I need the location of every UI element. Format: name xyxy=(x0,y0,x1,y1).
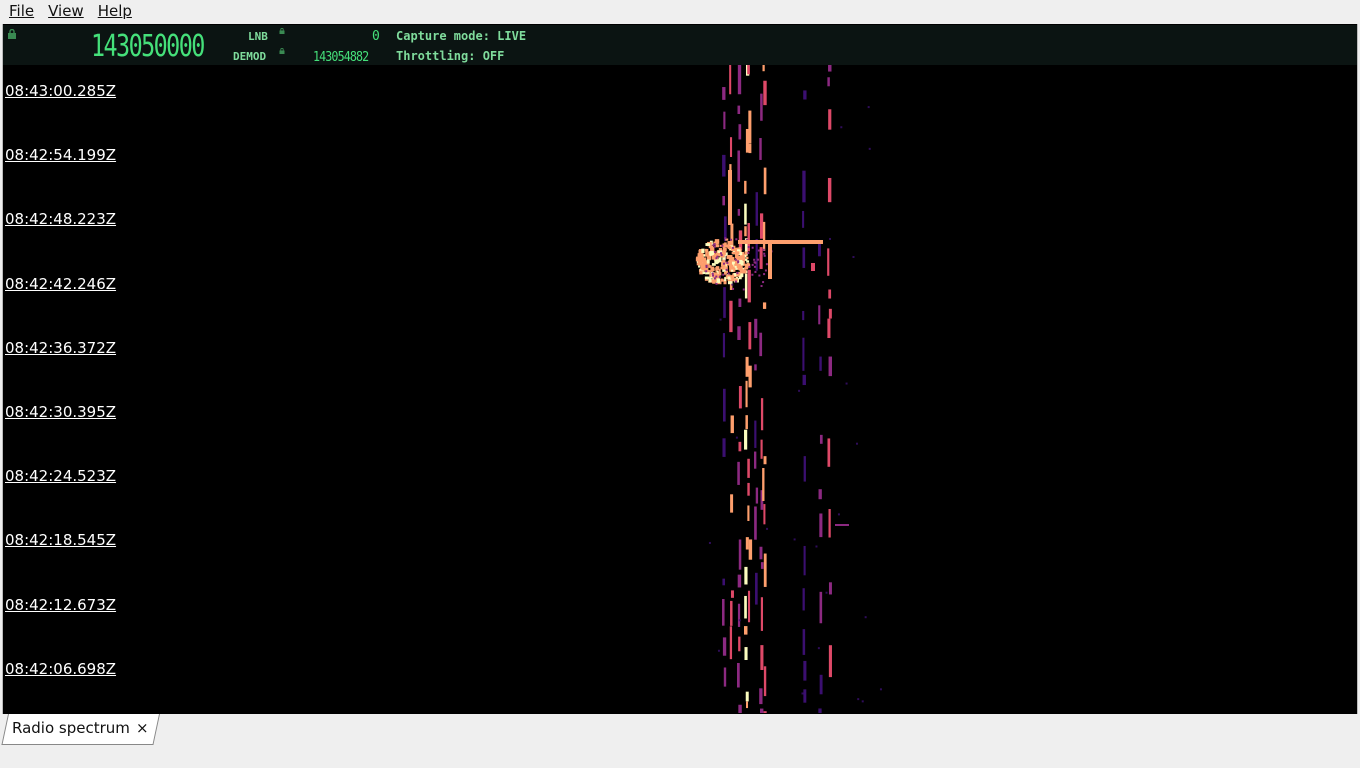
menu-file[interactable]: File xyxy=(4,0,39,22)
timestamp-label: 08:42:48.223Z xyxy=(5,210,117,229)
capture-mode-status: Capture mode: LIVE xyxy=(396,29,527,43)
menu-bar: File View Help xyxy=(0,0,1360,22)
waterfall-canvas[interactable] xyxy=(3,65,1357,713)
timestamp-label: 08:42:06.698Z xyxy=(5,659,117,678)
waterfall-display[interactable]: 08:43:00.285Z 08:42:54.199Z 08:42:48.223Z 0… xyxy=(3,65,1357,713)
timestamp-label: 08:42:36.372Z xyxy=(5,338,117,357)
tab-bar: Radio spectrum × xyxy=(0,714,1360,768)
demod-lock-icon[interactable] xyxy=(279,48,285,54)
center-frequency-display[interactable]: 143050000 xyxy=(91,31,205,63)
lnb-value[interactable]: 0 xyxy=(372,29,380,44)
tab-close-icon[interactable]: × xyxy=(136,719,149,737)
throttling-status: Throttling: OFF xyxy=(396,49,505,63)
timestamp-label: 08:42:54.199Z xyxy=(5,146,117,165)
timestamp-label: 08:42:18.545Z xyxy=(5,531,117,550)
lnb-lock-icon[interactable] xyxy=(279,28,285,34)
tab-radio-spectrum-label[interactable]: Radio spectrum xyxy=(12,719,130,737)
timestamp-label: 08:43:00.285Z xyxy=(5,82,117,100)
lock-icon[interactable] xyxy=(7,29,17,39)
timestamp-label: 08:42:12.673Z xyxy=(5,595,117,614)
spectrum-panel: 143050000 LNB 0 DEMOD 143054882 Capture … xyxy=(2,24,1358,714)
timestamp-label: 08:42:42.246Z xyxy=(5,274,117,293)
demod-frequency-value[interactable]: 143054882 xyxy=(313,50,369,65)
menu-view[interactable]: View xyxy=(43,0,89,22)
timestamp-label: 08:42:30.395Z xyxy=(5,403,117,421)
demod-label: DEMOD xyxy=(233,50,267,63)
lnb-label: LNB xyxy=(248,30,268,43)
menu-help[interactable]: Help xyxy=(93,0,137,22)
receiver-header: 143050000 LNB 0 DEMOD 143054882 Capture … xyxy=(3,25,1357,65)
timestamp-label: 08:42:24.523Z xyxy=(5,467,117,486)
